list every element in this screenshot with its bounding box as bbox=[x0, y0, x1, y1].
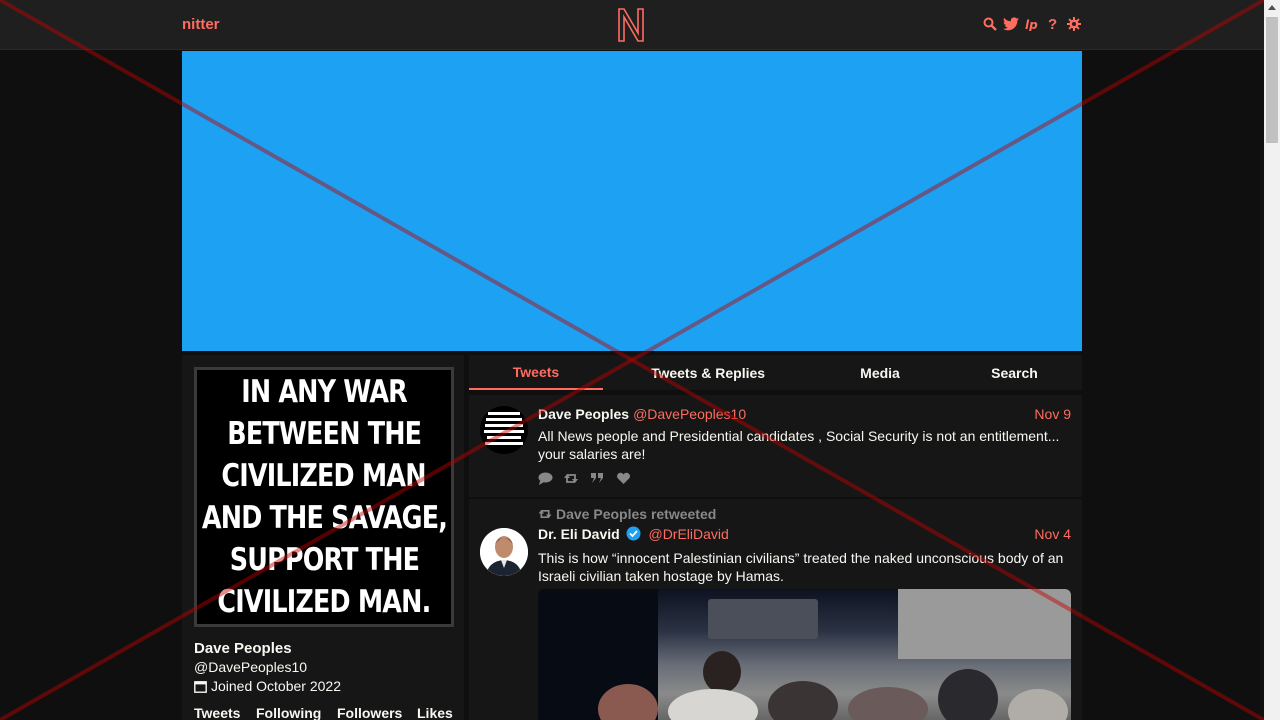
tweet-fullname[interactable]: Dave Peoples bbox=[538, 406, 629, 422]
heart-icon[interactable] bbox=[616, 472, 631, 485]
profile-card: IN ANY WAR BETWEEN THE CIVILIZED MAN AND… bbox=[182, 355, 464, 720]
tweet-date[interactable]: Nov 4 bbox=[1034, 526, 1071, 542]
tweet-avatar[interactable] bbox=[480, 406, 528, 454]
timeline-item[interactable]: Dave Peoples retweeted Dr. Eli David @Dr… bbox=[469, 499, 1082, 720]
profile-joined: Joined October 2022 bbox=[194, 678, 341, 694]
svg-text:lp: lp bbox=[1025, 18, 1038, 31]
calendar-icon bbox=[194, 680, 207, 693]
timeline-tabs: Tweets Tweets & Replies Media Search bbox=[469, 355, 1082, 390]
retweet-header: Dave Peoples retweeted bbox=[538, 506, 716, 522]
svg-text:?: ? bbox=[1048, 17, 1057, 31]
tab-media[interactable]: Media bbox=[813, 355, 947, 390]
help-icon[interactable]: ? bbox=[1045, 16, 1061, 32]
avatar-thumbnail-icon bbox=[480, 406, 528, 454]
profile-avatar[interactable]: IN ANY WAR BETWEEN THE CIVILIZED MAN AND… bbox=[194, 367, 454, 627]
stat-tweets-label[interactable]: Tweets bbox=[194, 705, 256, 720]
gear-icon[interactable] bbox=[1066, 16, 1082, 32]
page-scrollbar[interactable] bbox=[1264, 0, 1280, 720]
twitter-bird-icon[interactable] bbox=[1003, 16, 1019, 32]
tweet-fullname[interactable]: Dr. Eli David bbox=[538, 526, 620, 542]
avatar-text-line: CIVILIZED MAN bbox=[221, 458, 427, 494]
avatar-text-line: AND THE SAVAGE, bbox=[201, 500, 447, 536]
joined-date: Joined October 2022 bbox=[211, 678, 341, 694]
tweet-date[interactable]: Nov 9 bbox=[1034, 406, 1071, 422]
avatar-text-line: BETWEEN THE bbox=[227, 416, 422, 452]
rss-icon[interactable]: lp bbox=[1024, 16, 1040, 32]
comment-icon[interactable] bbox=[538, 472, 553, 485]
tab-tweets-replies[interactable]: Tweets & Replies bbox=[603, 355, 813, 390]
tweet-username[interactable]: @DrEliDavid bbox=[648, 526, 728, 542]
scroll-up-arrow-icon[interactable] bbox=[1268, 5, 1276, 10]
avatar-text-line: IN ANY WAR bbox=[241, 374, 408, 410]
retweet-label[interactable]: Dave Peoples retweeted bbox=[556, 506, 716, 522]
avatar-text-line: CIVILIZED MAN. bbox=[217, 584, 431, 620]
retweet-icon bbox=[538, 509, 552, 519]
tab-tweets[interactable]: Tweets bbox=[469, 355, 603, 390]
stat-followers-label[interactable]: Followers bbox=[337, 705, 417, 720]
tweet-content: This is how “innocent Palestinian civili… bbox=[538, 550, 1064, 584]
retweet-icon[interactable] bbox=[564, 472, 579, 485]
profile-banner[interactable] bbox=[182, 51, 1082, 351]
stat-likes-label[interactable]: Likes bbox=[417, 705, 453, 720]
scrollbar-thumb[interactable] bbox=[1266, 17, 1278, 143]
avatar-text-line: SUPPORT THE bbox=[229, 542, 419, 578]
tweet-stats bbox=[538, 472, 631, 485]
avatar-photo-icon bbox=[480, 528, 528, 576]
tweet-header: Dave Peoples @DavePeoples10 Nov 9 bbox=[538, 406, 1071, 424]
verified-badge-icon bbox=[626, 526, 641, 541]
profile-stats: Tweets Following Followers Likes bbox=[194, 705, 453, 720]
tweet-content: All News people and Presidential candida… bbox=[538, 428, 1060, 462]
nav-icons: lp ? bbox=[982, 16, 1082, 32]
stat-following-label[interactable]: Following bbox=[256, 705, 337, 720]
nitter-logo-icon[interactable] bbox=[617, 8, 645, 42]
tweet-username[interactable]: @DavePeoples10 bbox=[633, 406, 746, 422]
tweet-avatar[interactable] bbox=[480, 528, 528, 576]
profile-name[interactable]: Dave Peoples bbox=[194, 640, 292, 657]
timeline-item[interactable]: Dave Peoples @DavePeoples10 Nov 9 All New… bbox=[469, 395, 1082, 497]
tab-search[interactable]: Search bbox=[947, 355, 1082, 390]
tweet-header: Dr. Eli David @DrEliDavid Nov 4 bbox=[538, 526, 1071, 544]
tweet-media-video[interactable] bbox=[538, 589, 1071, 720]
brand-link[interactable]: nitter bbox=[182, 16, 220, 33]
profile-handle[interactable]: @DavePeoples10 bbox=[194, 659, 307, 675]
quote-icon[interactable] bbox=[590, 472, 605, 485]
navbar: nitter lp ? bbox=[0, 0, 1264, 50]
search-icon[interactable] bbox=[982, 16, 998, 32]
